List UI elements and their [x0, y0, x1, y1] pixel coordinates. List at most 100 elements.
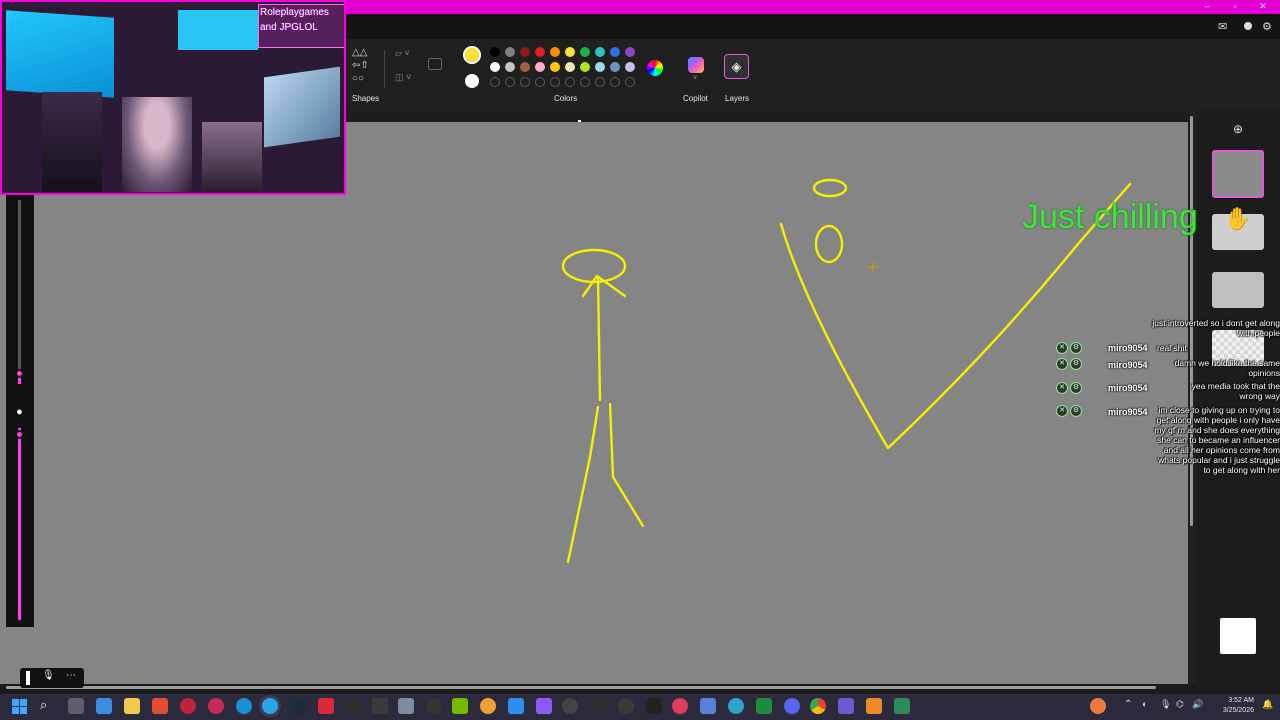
tray-date[interactable]: 3/25/2026	[1204, 707, 1254, 714]
primary-color-swatch[interactable]	[463, 46, 481, 64]
brush-size-knob[interactable]	[15, 430, 24, 439]
copilot-chevron-icon[interactable]: ˅	[693, 75, 697, 82]
color-swatch[interactable]	[625, 62, 635, 72]
more-options-icon[interactable]: ⋯	[64, 670, 78, 684]
tray-icon-1[interactable]: ◐	[1142, 699, 1147, 709]
app-icon-8[interactable]	[536, 698, 552, 714]
logitech-icon[interactable]	[590, 698, 606, 714]
steam-icon[interactable]	[290, 698, 306, 714]
color-swatch[interactable]	[520, 47, 530, 57]
color-swatch[interactable]	[580, 62, 590, 72]
color-swatch[interactable]	[550, 47, 560, 57]
shape-size-icon[interactable]	[428, 58, 442, 70]
app-icon-1[interactable]	[152, 698, 168, 714]
custom-color-slot[interactable]	[550, 77, 560, 87]
nvidia-icon[interactable]	[452, 698, 468, 714]
tray-overflow-icon[interactable]: ⌃	[1124, 699, 1132, 710]
app-icon-3[interactable]	[318, 698, 334, 714]
app-icon-6[interactable]	[480, 698, 496, 714]
app-icon-5[interactable]	[426, 698, 442, 714]
custom-color-slot[interactable]	[565, 77, 575, 87]
obs-icon[interactable]	[346, 698, 362, 714]
color-swatch[interactable]	[535, 47, 545, 57]
app-icon-2[interactable]	[208, 698, 224, 714]
zoom-slider-knob[interactable]	[15, 369, 24, 378]
camera-icon[interactable]	[398, 698, 414, 714]
color-swatch[interactable]	[505, 47, 515, 57]
layers-button[interactable]: ◈	[724, 54, 749, 79]
notifications-icon[interactable]: 🔔	[1262, 699, 1273, 710]
minimize-button[interactable]: –	[1200, 1, 1214, 12]
app-icon-11[interactable]	[646, 698, 662, 714]
color-swatch[interactable]	[505, 62, 515, 72]
custom-color-slot[interactable]	[490, 77, 500, 87]
drawing-canvas[interactable]	[0, 122, 1188, 684]
chrome-icon[interactable]	[810, 698, 826, 714]
app-icon-9[interactable]	[562, 698, 578, 714]
app-icon-7[interactable]	[508, 698, 524, 714]
volume-icon[interactable]: 🔊	[1192, 699, 1203, 710]
fill-dropdown[interactable]: ◫ ˅	[395, 72, 419, 86]
network-icon[interactable]: ⌬	[1176, 699, 1184, 710]
custom-color-slot[interactable]	[520, 77, 530, 87]
feedback-icon[interactable]: ✉	[1218, 20, 1232, 34]
search-icon[interactable]: ⌕	[40, 697, 56, 713]
cursor-crosshair	[868, 262, 878, 272]
maximize-button[interactable]: ▫	[1228, 1, 1242, 12]
color-swatch[interactable]	[610, 47, 620, 57]
secondary-color-swatch[interactable]	[465, 74, 479, 88]
app-icon-16[interactable]	[894, 698, 910, 714]
app-icon-15[interactable]	[838, 698, 854, 714]
color-swatch[interactable]	[595, 47, 605, 57]
color-swatch[interactable]	[535, 62, 545, 72]
account-icon[interactable]	[1244, 22, 1252, 30]
app-icon-10[interactable]	[618, 698, 634, 714]
edge-icon[interactable]	[236, 698, 252, 714]
microphone-icon[interactable]: 🎙	[42, 670, 55, 684]
color-swatch[interactable]	[565, 62, 575, 72]
task-view-icon[interactable]	[68, 698, 84, 714]
copilot-icon[interactable]	[688, 57, 704, 73]
edge-active-icon[interactable]	[262, 698, 278, 714]
color-swatch[interactable]	[520, 62, 530, 72]
app-icon-12[interactable]	[672, 698, 688, 714]
horizontal-scroll-thumb[interactable]	[6, 686, 1156, 689]
custom-color-slot[interactable]	[535, 77, 545, 87]
tray-mic-icon[interactable]: 🎙	[1160, 699, 1171, 710]
vlc-icon[interactable]	[866, 698, 882, 714]
color-swatch[interactable]	[610, 62, 620, 72]
layer-thumbnail-3[interactable]	[1212, 272, 1264, 308]
color-swatch[interactable]	[565, 47, 575, 57]
widgets-icon[interactable]	[96, 698, 112, 714]
mic-bar-handle[interactable]	[26, 671, 30, 685]
outline-dropdown[interactable]: ▱ ˅	[395, 48, 419, 62]
color-swatch[interactable]	[490, 62, 500, 72]
layer-thumbnail-1[interactable]	[1212, 150, 1264, 198]
color-swatch[interactable]	[550, 62, 560, 72]
background-layer-thumbnail[interactable]	[1220, 618, 1256, 654]
file-explorer-icon[interactable]	[124, 698, 140, 714]
custom-color-slot[interactable]	[580, 77, 590, 87]
add-layer-icon[interactable]: ⊕	[1231, 122, 1245, 136]
color-swatch[interactable]	[580, 47, 590, 57]
start-button[interactable]	[12, 699, 28, 715]
app-icon-13[interactable]	[700, 698, 716, 714]
color-swatch[interactable]	[595, 62, 605, 72]
shapes-gallery[interactable]: △△ ⇦⇧ ○○	[352, 46, 384, 86]
app-icon-4[interactable]	[372, 698, 388, 714]
color-swatch[interactable]	[625, 47, 635, 57]
tray-app-icon[interactable]	[1090, 698, 1106, 714]
discord-icon[interactable]	[784, 698, 800, 714]
edit-colors-icon[interactable]	[647, 60, 663, 76]
opera-gx-icon[interactable]	[180, 698, 196, 714]
custom-color-slot[interactable]	[505, 77, 515, 87]
color-swatch[interactable]	[490, 47, 500, 57]
custom-color-slot[interactable]	[595, 77, 605, 87]
excel-icon[interactable]	[756, 698, 772, 714]
custom-color-slot[interactable]	[610, 77, 620, 87]
app-icon-14[interactable]	[728, 698, 744, 714]
settings-icon[interactable]: ⚙	[1262, 20, 1276, 34]
close-button[interactable]: ✕	[1256, 1, 1270, 12]
custom-color-slot[interactable]	[625, 77, 635, 87]
tray-time[interactable]: 3:52 AM	[1204, 697, 1254, 704]
